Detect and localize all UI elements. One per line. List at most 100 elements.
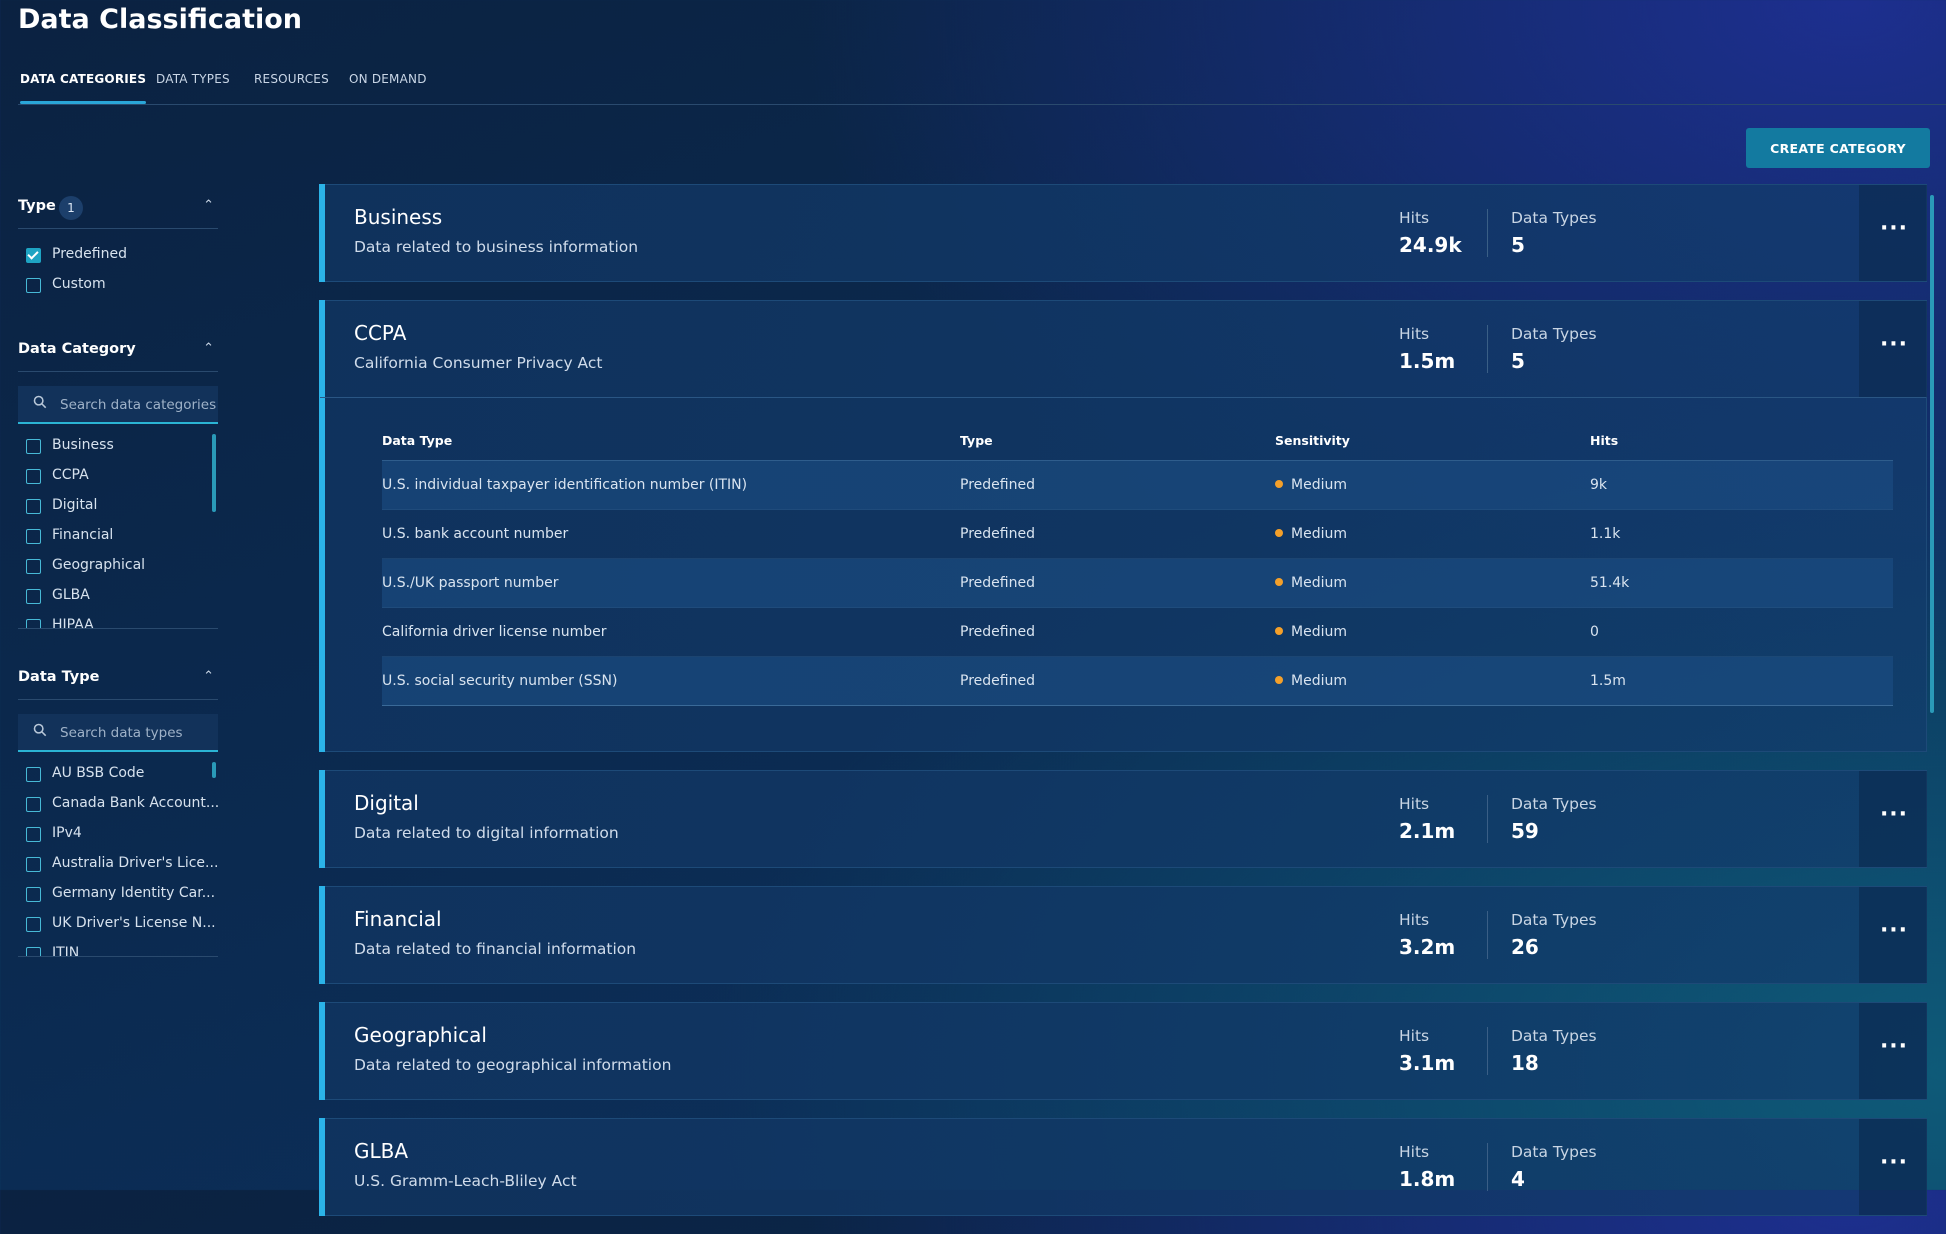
more-options-icon[interactable]: ··· <box>1879 1151 1909 1181</box>
more-options-icon[interactable]: ··· <box>1879 217 1909 247</box>
cell-data-type: U.S./UK passport number <box>382 558 960 608</box>
cell-data-type: U.S. bank account number <box>382 509 960 559</box>
checkbox-icon[interactable] <box>26 917 41 932</box>
data-types-label: Data Types <box>1511 1143 1597 1161</box>
sensitivity-dot-icon <box>1275 578 1283 586</box>
page-title: Data Classification <box>18 4 303 35</box>
chevron-up-icon[interactable]: ⌃ <box>203 198 214 213</box>
data-category-list[interactable]: Business CCPA Digital Financial Geograph… <box>18 424 218 629</box>
type-option-custom[interactable]: Custom <box>18 271 218 301</box>
data-category-filter-header[interactable]: Data Category ⌃ <box>18 333 218 372</box>
checkbox-icon[interactable] <box>26 857 41 872</box>
table-row[interactable]: California driver license number Predefi… <box>382 607 1893 657</box>
filter-sidebar: Type 1 ⌃ Predefined Custom Data Category… <box>18 190 220 957</box>
data-types-value: 26 <box>1511 935 1539 959</box>
checkbox-icon[interactable] <box>26 619 41 628</box>
data-type-option[interactable]: UK Driver's License N... <box>18 910 218 940</box>
category-option-business[interactable]: Business <box>18 432 218 462</box>
table-row[interactable]: U.S. bank account number Predefined Medi… <box>382 509 1893 559</box>
data-type-option[interactable]: IPv4 <box>18 820 218 850</box>
data-type-scrollbar[interactable] <box>212 762 216 778</box>
data-types-value: 4 <box>1511 1167 1525 1191</box>
data-category-search[interactable] <box>18 386 220 424</box>
category-option-financial[interactable]: Financial <box>18 522 218 552</box>
data-type-filter-header[interactable]: Data Type ⌃ <box>18 661 218 700</box>
chevron-up-icon[interactable]: ⌃ <box>203 669 214 684</box>
column-header-sensitivity[interactable]: Sensitivity <box>1275 420 1590 461</box>
data-type-search[interactable] <box>18 714 220 752</box>
checkbox-icon[interactable] <box>26 439 41 454</box>
category-card-financial[interactable]: Financial Data related to financial info… <box>319 886 1927 984</box>
sensitivity-dot-icon <box>1275 627 1283 635</box>
table-row[interactable]: U.S. social security number (SSN) Predef… <box>382 656 1893 706</box>
category-list: Business Data related to business inform… <box>319 184 1927 1234</box>
tab-on-demand[interactable]: ON DEMAND <box>349 72 427 104</box>
column-header-data-type[interactable]: Data Type <box>382 420 960 461</box>
data-types-label: Data Types <box>1511 795 1597 813</box>
category-card-digital[interactable]: Digital Data related to digital informat… <box>319 770 1927 868</box>
ccpa-data-types-panel: Data Type Type Sensitivity Hits U.S. ind… <box>320 397 1926 751</box>
checkbox-checked-icon[interactable] <box>26 248 41 263</box>
column-header-hits[interactable]: Hits <box>1590 420 1893 461</box>
checkbox-icon[interactable] <box>26 827 41 842</box>
checkbox-icon[interactable] <box>26 529 41 544</box>
data-type-option[interactable]: AU BSB Code <box>18 760 218 790</box>
cell-sensitivity: Medium <box>1291 673 1347 689</box>
create-category-button[interactable]: CREATE CATEGORY <box>1746 128 1930 168</box>
checkbox-icon[interactable] <box>26 499 41 514</box>
tab-data-categories[interactable]: DATA CATEGORIES <box>20 72 147 104</box>
category-description: Data related to geographical information <box>354 1056 672 1074</box>
category-name: Digital <box>354 791 419 815</box>
tab-resources[interactable]: RESOURCES <box>254 72 329 104</box>
data-type-list[interactable]: AU BSB Code Canada Bank Account... IPv4 … <box>18 752 218 957</box>
main-scrollbar[interactable] <box>1930 195 1934 713</box>
stat-divider <box>1487 1027 1488 1075</box>
hits-label: Hits <box>1399 1143 1430 1161</box>
hits-value: 3.2m <box>1399 935 1456 959</box>
stat-divider <box>1487 1143 1488 1191</box>
more-options-icon[interactable]: ··· <box>1879 919 1909 949</box>
data-type-search-input[interactable] <box>58 714 220 752</box>
category-card-ccpa[interactable]: CCPA California Consumer Privacy Act Hit… <box>319 300 1927 752</box>
chevron-up-icon[interactable]: ⌃ <box>203 341 214 356</box>
data-types-label: Data Types <box>1511 911 1597 929</box>
checkbox-icon[interactable] <box>26 797 41 812</box>
category-name: GLBA <box>354 1139 409 1163</box>
category-option-hipaa[interactable]: HIPAA <box>18 612 218 628</box>
data-category-search-input[interactable] <box>58 386 220 424</box>
checkbox-icon[interactable] <box>26 469 41 484</box>
data-types-label: Data Types <box>1511 209 1597 227</box>
checkbox-icon[interactable] <box>26 559 41 574</box>
column-header-type[interactable]: Type <box>960 420 1275 461</box>
tab-data-types[interactable]: DATA TYPES <box>156 72 230 104</box>
type-filter-header[interactable]: Type 1 ⌃ <box>18 190 218 229</box>
data-types-value: 5 <box>1511 233 1525 257</box>
data-type-option[interactable]: Germany Identity Car... <box>18 880 218 910</box>
cell-data-type: U.S. individual taxpayer identification … <box>382 460 960 510</box>
more-options-icon[interactable]: ··· <box>1879 1035 1909 1065</box>
checkbox-icon[interactable] <box>26 947 41 956</box>
data-type-option[interactable]: Canada Bank Account... <box>18 790 218 820</box>
category-card-glba[interactable]: GLBA U.S. Gramm-Leach-Bliley Act Hits 1.… <box>319 1118 1927 1216</box>
hits-label: Hits <box>1399 209 1430 227</box>
checkbox-icon[interactable] <box>26 589 41 604</box>
checkbox-icon[interactable] <box>26 767 41 782</box>
category-option-digital[interactable]: Digital <box>18 492 218 522</box>
data-category-scrollbar[interactable] <box>212 434 216 512</box>
table-row[interactable]: U.S. individual taxpayer identification … <box>382 460 1893 510</box>
category-option-geographical[interactable]: Geographical <box>18 552 218 582</box>
more-options-icon[interactable]: ··· <box>1879 333 1909 363</box>
data-type-option[interactable]: ITIN <box>18 940 218 956</box>
hits-label: Hits <box>1399 1027 1430 1045</box>
table-row[interactable]: U.S./UK passport number Predefined Mediu… <box>382 558 1893 608</box>
data-type-option[interactable]: Australia Driver's Lice... <box>18 850 218 880</box>
checkbox-icon[interactable] <box>26 887 41 902</box>
more-options-icon[interactable]: ··· <box>1879 803 1909 833</box>
category-description: Data related to digital information <box>354 824 619 842</box>
category-card-geographical[interactable]: Geographical Data related to geographica… <box>319 1002 1927 1100</box>
category-card-business[interactable]: Business Data related to business inform… <box>319 184 1927 282</box>
category-option-glba[interactable]: GLBA <box>18 582 218 612</box>
type-option-predefined[interactable]: Predefined <box>18 241 218 271</box>
checkbox-icon[interactable] <box>26 278 41 293</box>
category-option-ccpa[interactable]: CCPA <box>18 462 218 492</box>
